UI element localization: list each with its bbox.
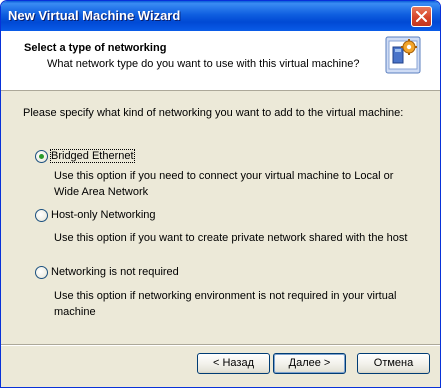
back-button[interactable]: < Назад — [197, 353, 270, 374]
instruction-text: Please specify what kind of networking y… — [23, 107, 404, 119]
close-button[interactable] — [411, 6, 432, 27]
radio-button[interactable] — [35, 266, 48, 279]
divider — [1, 344, 440, 346]
option-description-bridged: Use this option if you need to connect y… — [54, 170, 394, 198]
radio-host-only[interactable]: Host-only Networking — [35, 209, 165, 225]
page-title: Select a type of networking — [24, 42, 167, 54]
page-subtitle: What network type do you want to use wit… — [47, 58, 360, 70]
option-description-no-networking: Use this option if networking environmen… — [54, 290, 397, 318]
cancel-button[interactable]: Отмена — [357, 353, 430, 374]
option-label-host-only[interactable]: Host-only Networking — [51, 209, 156, 221]
close-icon — [416, 11, 427, 22]
radio-button[interactable] — [35, 209, 48, 222]
option-label-bridged[interactable]: Bridged Ethernet — [50, 149, 135, 163]
wizard-window: New Virtual Machine Wizard Select a type… — [0, 0, 441, 388]
next-button[interactable]: Далее > — [273, 353, 346, 374]
title-bar[interactable]: New Virtual Machine Wizard — [1, 1, 440, 31]
window-title: New Virtual Machine Wizard — [8, 8, 181, 23]
wizard-header: Select a type of networking What network… — [1, 31, 440, 91]
radio-bridged-ethernet[interactable]: Bridged Ethernet — [35, 149, 155, 166]
wizard-gear-icon — [385, 36, 421, 74]
radio-no-networking[interactable]: Networking is not required — [35, 266, 195, 282]
radio-button-checked[interactable] — [35, 150, 48, 163]
option-label-no-networking[interactable]: Networking is not required — [51, 266, 179, 278]
option-description-host-only: Use this option if you want to create pr… — [54, 232, 408, 244]
